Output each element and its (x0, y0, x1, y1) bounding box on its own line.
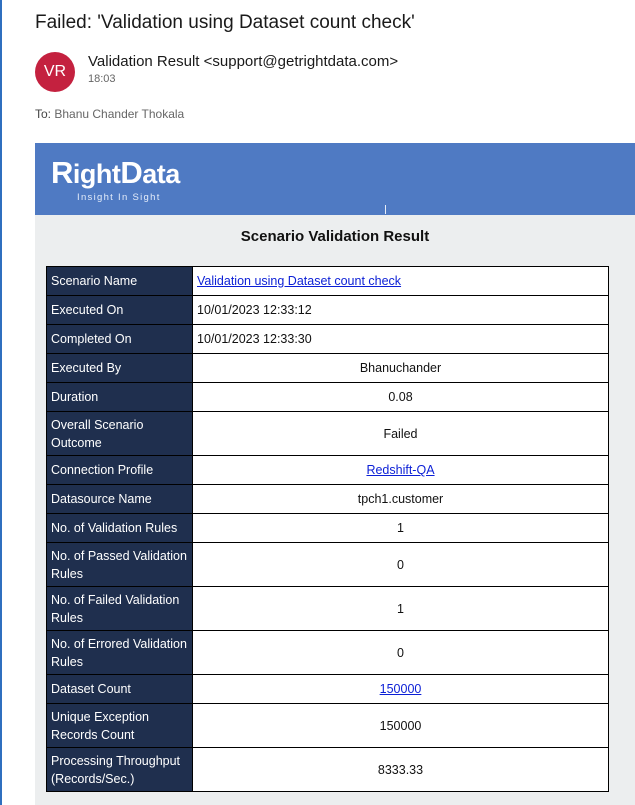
logo-letter-r: R (51, 155, 73, 190)
row-label: Unique Exception Records Count (46, 703, 193, 748)
row-label: Executed On (46, 295, 193, 325)
row-value: 150000 (192, 674, 609, 704)
email-time: 18:03 (88, 73, 116, 85)
table-row: Unique Exception Records Count 150000 (46, 703, 609, 748)
logo-text-ata: ata (142, 159, 180, 189)
table-row: No. of Validation Rules 1 (46, 513, 609, 543)
scenario-name-link[interactable]: Validation using Dataset count check (197, 274, 401, 288)
rightdata-logo: RightData (51, 156, 180, 191)
row-label: No. of Passed Validation Rules (46, 542, 193, 587)
table-row: Processing Throughput (Records/Sec.) 833… (46, 747, 609, 792)
row-label: Scenario Name (46, 266, 193, 296)
row-value: Redshift-QA (192, 455, 609, 485)
row-value: tpch1.customer (192, 484, 609, 514)
to-label: To: (35, 107, 52, 121)
row-value: 150000 (192, 703, 609, 748)
row-value: 10/01/2023 12:33:12 (192, 295, 609, 325)
text-cursor (385, 205, 386, 214)
row-label: No. of Errored Validation Rules (46, 630, 193, 675)
avatar[interactable]: VR (35, 52, 75, 92)
table-row: No. of Failed Validation Rules 1 (46, 586, 609, 631)
row-label: Duration (46, 382, 193, 412)
row-label: Executed By (46, 353, 193, 383)
row-value: 1 (192, 513, 609, 543)
table-row: No. of Errored Validation Rules 0 (46, 630, 609, 675)
row-label: Processing Throughput (Records/Sec.) (46, 747, 193, 792)
row-label: Datasource Name (46, 484, 193, 514)
table-row: Executed On 10/01/2023 12:33:12 (46, 295, 609, 325)
row-value: 0.08 (192, 382, 609, 412)
table-row: Overall Scenario Outcome Failed (46, 411, 609, 456)
logo-tagline: Insight In Sight (77, 192, 161, 203)
recipient-name[interactable]: Bhanu Chander Thokala (54, 107, 184, 121)
row-value: 0 (192, 542, 609, 587)
row-value: Validation using Dataset count check (192, 266, 609, 296)
row-label: No. of Validation Rules (46, 513, 193, 543)
table-row: Executed By Bhanuchander (46, 353, 609, 383)
table-row: Duration 0.08 (46, 382, 609, 412)
row-label: Completed On (46, 324, 193, 354)
email-body: RightData Insight In Sight Scenario Vali… (35, 143, 635, 805)
outcome-status: Failed (192, 411, 609, 456)
row-value: 8333.33 (192, 747, 609, 792)
results-table: Scenario Name Validation using Dataset c… (46, 266, 609, 792)
logo-text-ight: ight (72, 159, 121, 189)
table-row: Completed On 10/01/2023 12:33:30 (46, 324, 609, 354)
row-label: Overall Scenario Outcome (46, 411, 193, 456)
table-row: No. of Passed Validation Rules 0 (46, 542, 609, 587)
report-heading: Scenario Validation Result (240, 228, 430, 245)
table-row: Dataset Count 150000 (46, 674, 609, 704)
row-label: Connection Profile (46, 455, 193, 485)
table-row: Datasource Name tpch1.customer (46, 484, 609, 514)
window-left-edge (0, 0, 2, 805)
row-label: No. of Failed Validation Rules (46, 586, 193, 631)
recipient-line: To: Bhanu Chander Thokala (35, 107, 184, 121)
logo-letter-d: D (120, 155, 143, 190)
row-value: 1 (192, 586, 609, 631)
connection-profile-link[interactable]: Redshift-QA (366, 463, 434, 477)
sender-name[interactable]: Validation Result <support@getrightdata.… (88, 53, 398, 70)
row-value: 0 (192, 630, 609, 675)
row-value: 10/01/2023 12:33:30 (192, 324, 609, 354)
table-row: Connection Profile Redshift-QA (46, 455, 609, 485)
rightdata-banner: RightData Insight In Sight (35, 143, 635, 215)
table-row: Scenario Name Validation using Dataset c… (46, 266, 609, 296)
dataset-count-link[interactable]: 150000 (380, 682, 422, 696)
row-label: Dataset Count (46, 674, 193, 704)
row-value: Bhanuchander (192, 353, 609, 383)
email-subject: Failed: 'Validation using Dataset count … (35, 12, 415, 33)
